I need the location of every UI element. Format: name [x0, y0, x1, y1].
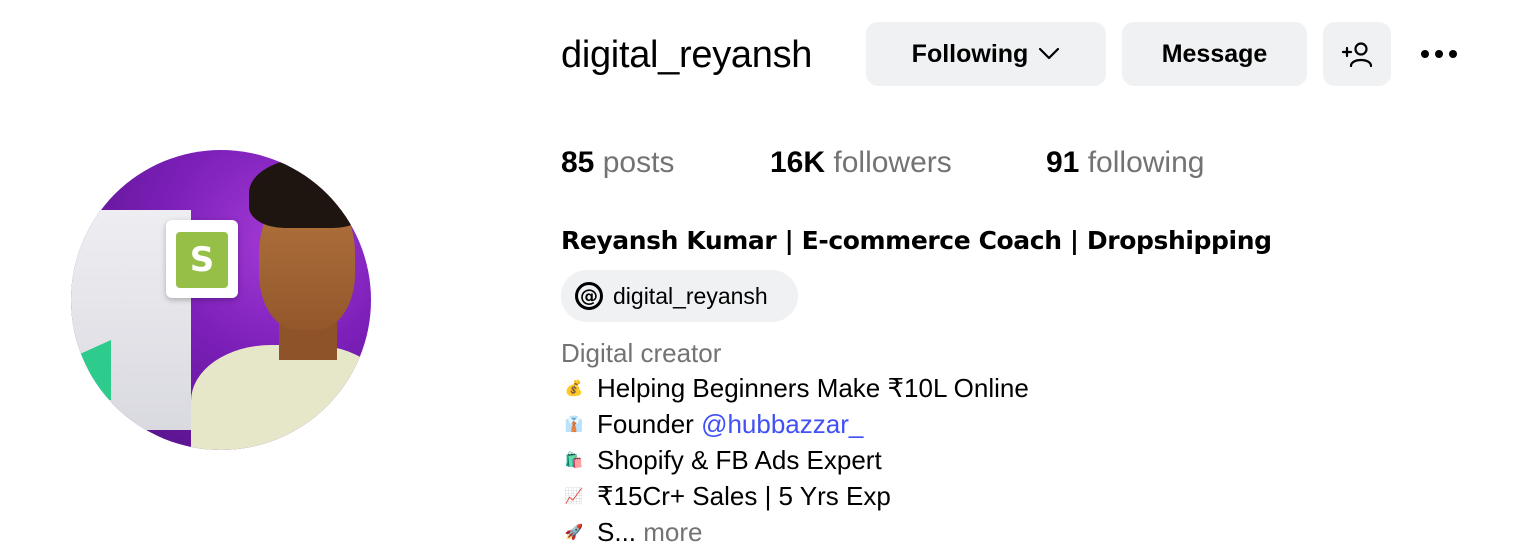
profile-page: S digital_reyansh Following Message 85 p…: [0, 0, 1528, 558]
bio-line: 👔 Founder @hubbazzar_: [561, 409, 864, 439]
shopping-bags-icon: 🛍️: [564, 451, 584, 469]
more-horizontal-icon: [1421, 50, 1429, 58]
mention-link[interactable]: @hubbazzar_: [701, 409, 863, 439]
bio-text: S...: [597, 517, 644, 547]
bio-line: 💰 Helping Beginners Make ₹10L Online: [561, 373, 1029, 403]
following-button-label: Following: [911, 39, 1029, 68]
message-button[interactable]: Message: [1122, 22, 1307, 86]
bio-text: Shopify & FB Ads Expert: [597, 445, 882, 475]
avatar-hair: [249, 158, 369, 228]
profile-full-name: Reyansh Kumar | E-commerce Coach | Drops…: [561, 226, 1272, 255]
following-stat[interactable]: 91 following: [1046, 145, 1204, 181]
profile-category: Digital creator: [561, 338, 722, 368]
following-label: following: [1087, 146, 1205, 179]
threads-handle: digital_reyansh: [613, 282, 768, 309]
necktie-icon: 👔: [564, 415, 584, 433]
followers-label: followers: [833, 146, 952, 179]
bio-line: 🛍️ Shopify & FB Ads Expert: [561, 445, 882, 475]
bio-text: ₹15Cr+ Sales | 5 Yrs Exp: [597, 481, 891, 511]
rocket-icon: 🚀: [564, 523, 584, 541]
posts-stat: 85 posts: [561, 145, 674, 181]
bio-line: 🚀 S... more: [561, 517, 703, 547]
money-bag-icon: 💰: [564, 379, 584, 397]
avatar-shirt: [191, 345, 371, 450]
following-count: 91: [1046, 146, 1080, 179]
more-options-button[interactable]: [1412, 34, 1466, 74]
posts-count: 85: [561, 146, 595, 179]
profile-avatar[interactable]: S: [71, 150, 371, 450]
posts-label: posts: [602, 146, 675, 179]
chevron-down-icon: [1039, 47, 1060, 60]
add-user-icon: [1341, 42, 1373, 68]
add-user-button[interactable]: [1323, 22, 1391, 86]
chart-increasing-icon: 📈: [564, 487, 584, 505]
followers-count: 16K: [770, 146, 826, 179]
bio-more-link[interactable]: more: [643, 517, 702, 547]
threads-icon: @: [575, 282, 603, 310]
profile-username: digital_reyansh: [561, 34, 813, 76]
bio-text: Helping Beginners Make ₹10L Online: [597, 373, 1029, 403]
bio-line: 📈 ₹15Cr+ Sales | 5 Yrs Exp: [561, 481, 891, 511]
following-button[interactable]: Following: [866, 22, 1106, 86]
message-button-label: Message: [1161, 39, 1268, 68]
bio-text: Founder: [597, 409, 702, 439]
followers-stat[interactable]: 16K followers: [770, 145, 952, 181]
threads-link[interactable]: @ digital_reyansh: [561, 270, 798, 322]
shopify-logo: S: [166, 220, 238, 298]
